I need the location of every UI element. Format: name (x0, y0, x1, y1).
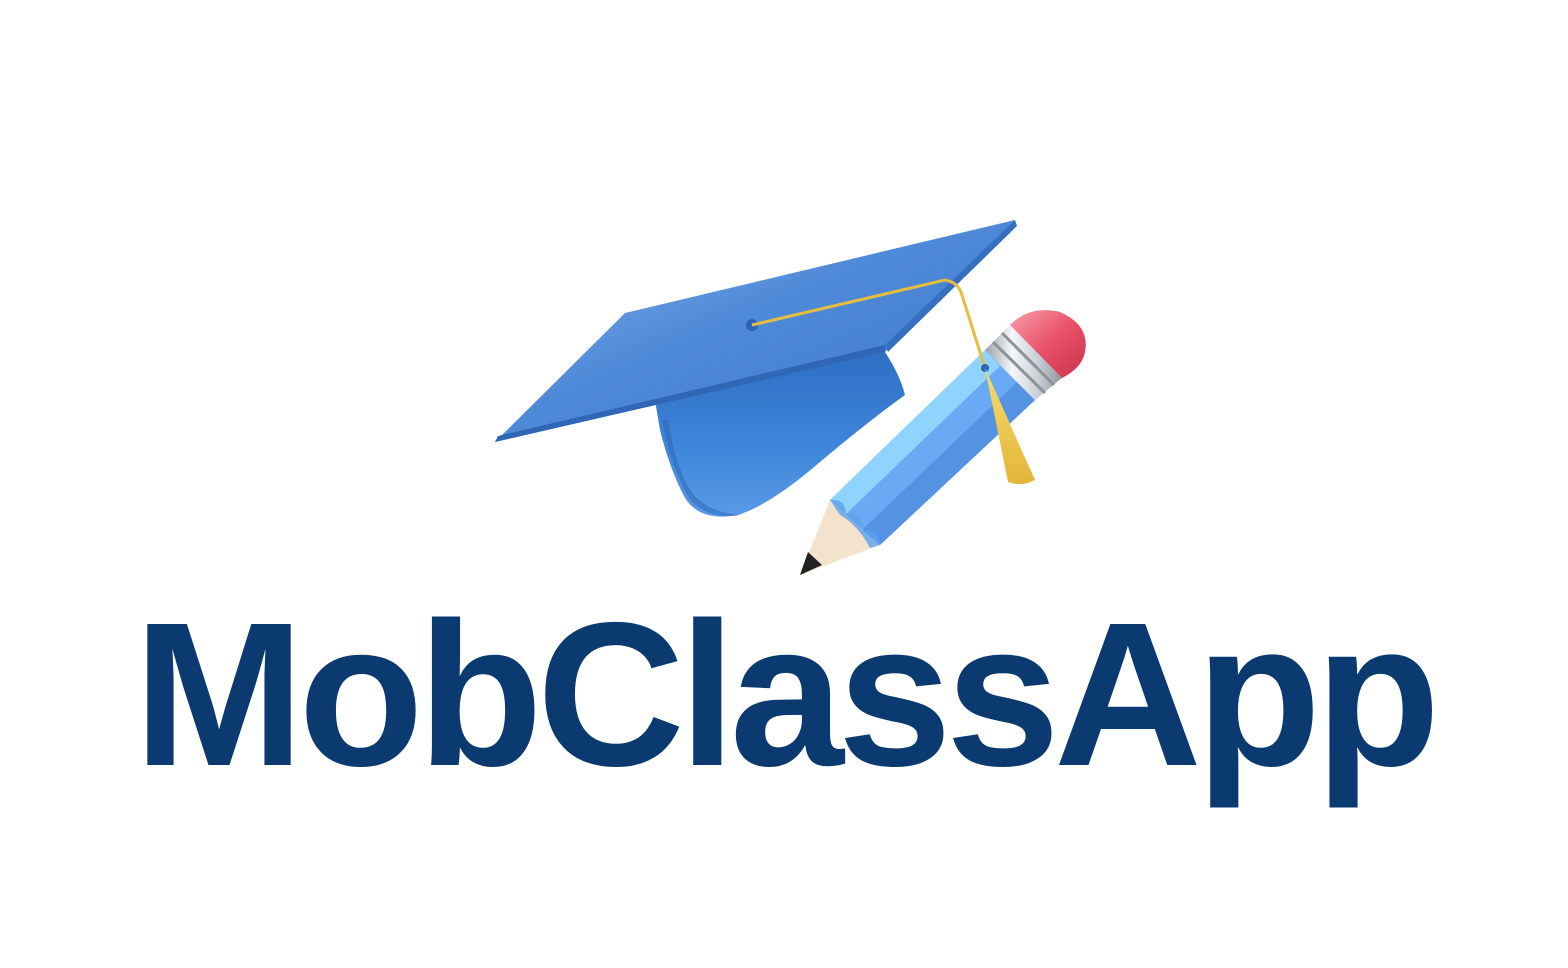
brand-wordmark: MobClassApp (133, 580, 1441, 809)
graduation-cap-with-pencil-icon (495, 220, 1086, 575)
logo-lockup: MobClassApp (0, 0, 1568, 968)
